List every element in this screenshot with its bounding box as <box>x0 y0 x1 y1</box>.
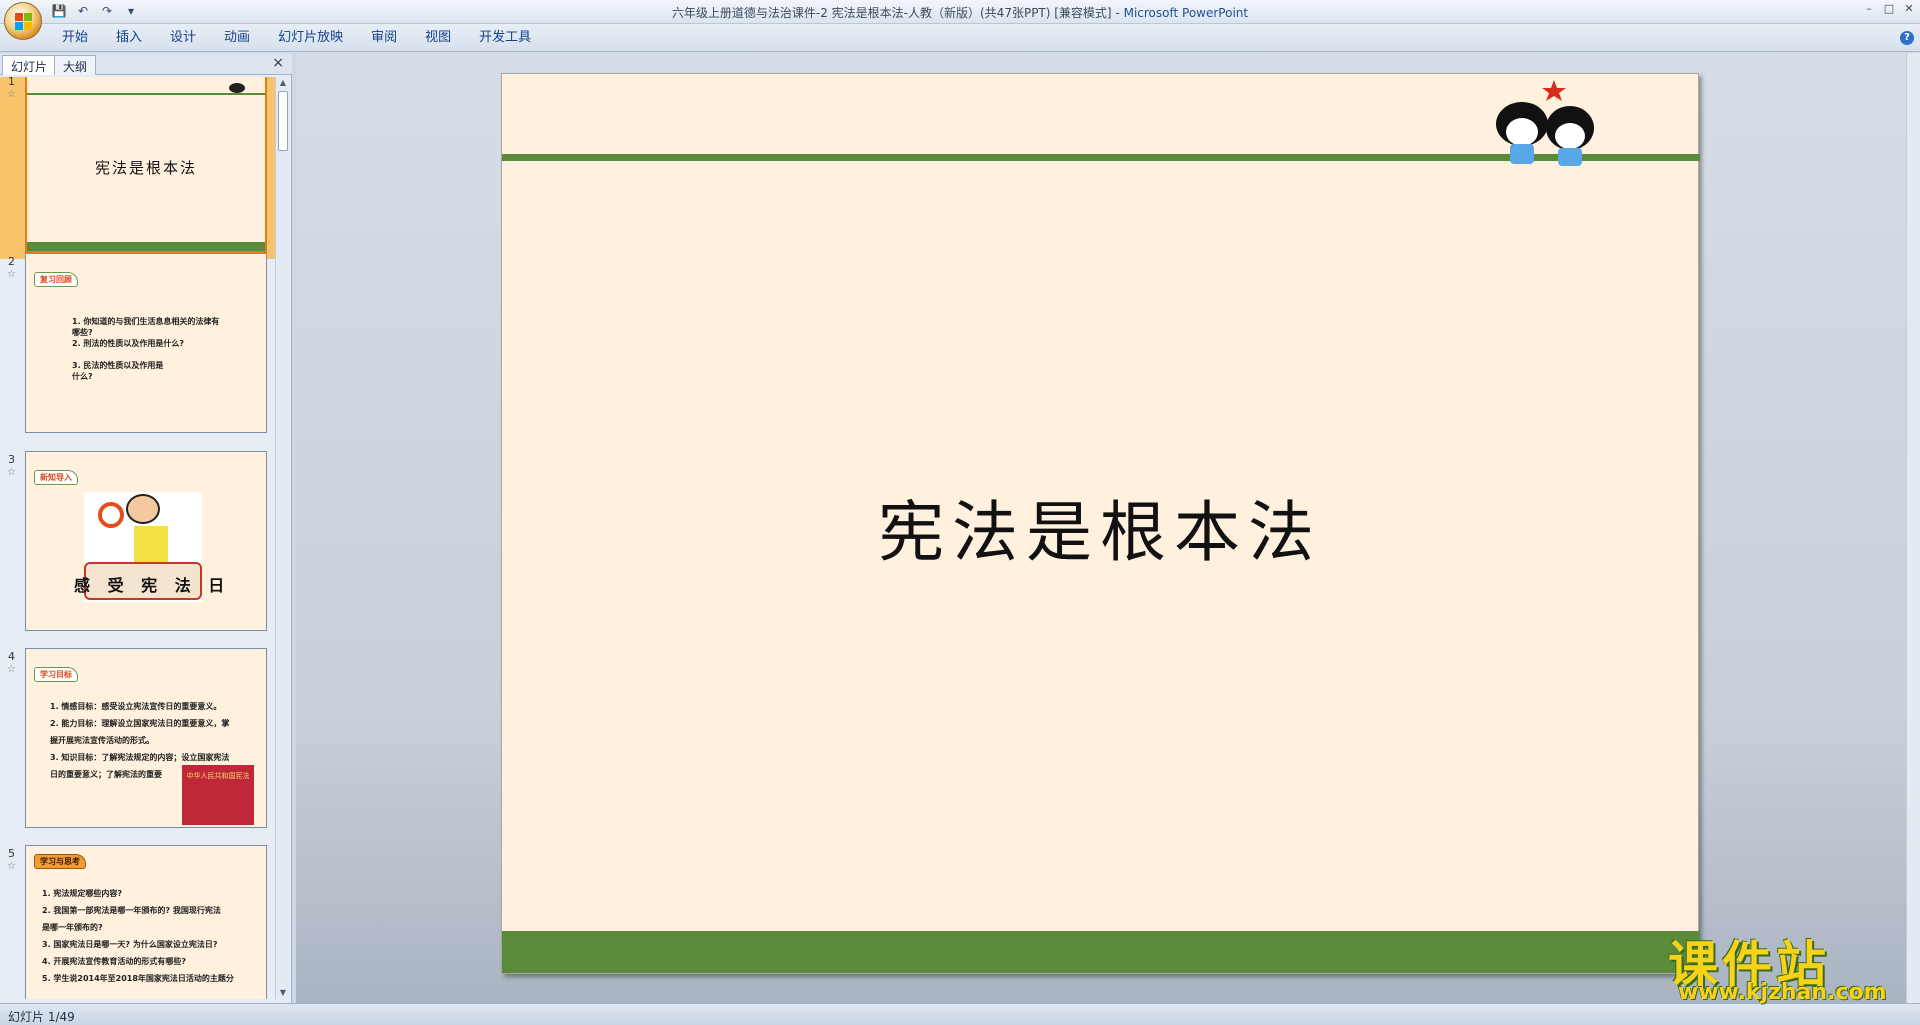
tab-slides[interactable]: 幻灯片 <box>2 55 57 75</box>
thumb-line: 是哪一年颁布的? <box>42 923 103 932</box>
thumb-badge: 复习回顾 <box>34 272 78 287</box>
thumb-title: 宪法是根本法 <box>94 159 197 177</box>
thumbnail-scrollbar[interactable]: ▲ ▼ <box>275 77 289 999</box>
thumb-line: 2. 能力目标：理解设立国家宪法日的重要意义，掌 <box>50 719 230 728</box>
slide-title[interactable]: 宪法是根本法 <box>502 479 1698 575</box>
thumb-line: 哪些? <box>72 328 93 337</box>
thumb-line: 什么? <box>72 372 93 381</box>
slide-number: 5 <box>8 847 15 860</box>
slide-bottom-bar <box>502 931 1700 973</box>
help-icon[interactable]: ? <box>1900 31 1914 45</box>
ribbon-tabs: 开始 插入 设计 动画 幻灯片放映 审阅 视图 开发工具 <box>48 29 545 47</box>
slide-thumbnail[interactable]: 复习回顾 1. 你知道的与我们生活息息相关的法律有 哪些? 2. 刑法的性质以及… <box>25 253 267 433</box>
scroll-down-icon[interactable]: ▼ <box>276 987 290 999</box>
status-bar: 幻灯片 1/49 <box>0 1003 1920 1025</box>
thumb-caption: 感 受 宪 法 日 <box>74 576 231 595</box>
tab-developer[interactable]: 开发工具 <box>465 29 545 47</box>
thumbnail-row[interactable]: 4 ☆ 学习目标 1. 情感目标：感受设立宪法宣传日的重要意义。 2. 能力目标… <box>0 644 276 834</box>
animation-star-icon: ☆ <box>7 269 16 280</box>
watermark-url: www.kjzhan.com <box>1678 980 1887 1005</box>
pane-tabs: 幻灯片 大纲 × <box>0 53 292 75</box>
slide-editor: 宪法是根本法 <box>296 53 1906 1003</box>
thumbnail-list: 1 ☆ 宪法是根本法 2 ☆ 复习回顾 1. 你知道的与我们生活息息相关的法律有… <box>0 77 276 999</box>
slide-number: 4 <box>8 650 15 663</box>
animation-star-icon: ☆ <box>7 664 16 675</box>
animation-star-icon: ☆ <box>7 89 16 100</box>
thumbnail-row[interactable]: 2 ☆ 复习回顾 1. 你知道的与我们生活息息相关的法律有 哪些? 2. 刑法的… <box>0 249 276 439</box>
thumb-line: 2. 刑法的性质以及作用是什么? <box>72 339 185 348</box>
thumbnail-row[interactable]: 5 ☆ 学习与思考 1. 宪法规定哪些内容? 2. 我国第一部宪法是哪一年颁布的… <box>0 841 276 999</box>
current-slide[interactable]: 宪法是根本法 <box>501 73 1700 974</box>
tab-animation[interactable]: 动画 <box>210 29 264 47</box>
slide-thumbnail[interactable]: 学习目标 1. 情感目标：感受设立宪法宣传日的重要意义。 2. 能力目标：理解设… <box>25 648 267 828</box>
thumb-badge: 新知导入 <box>34 470 78 485</box>
constitution-book-image: 中华人民共和国宪法 <box>182 765 254 825</box>
slide-thumbnail[interactable]: 学习与思考 1. 宪法规定哪些内容? 2. 我国第一部宪法是哪一年颁布的? 我国… <box>25 845 267 999</box>
tab-outline[interactable]: 大纲 <box>54 55 97 75</box>
slides-pane: 幻灯片 大纲 × 1 ☆ 宪法是根本法 2 ☆ 复习回顾 1. 你知道的与我们生… <box>0 53 292 1003</box>
watermark-logo: 课件站 www.kjzhan.com <box>1668 925 1908 1005</box>
scroll-thumb[interactable] <box>278 91 288 151</box>
animation-star-icon: ☆ <box>7 467 16 478</box>
office-logo-icon <box>15 13 33 31</box>
window-title: 六年级上册道德与法治课件-2 宪法是根本法-人教（新版）(共47张PPT) [兼… <box>671 6 1249 20</box>
maximize-icon[interactable]: □ <box>1882 2 1896 16</box>
tab-insert[interactable]: 插入 <box>102 29 156 47</box>
thumb-line: 1. 你知道的与我们生活息息相关的法律有 <box>72 317 220 326</box>
thumb-line: 5. 学生说2014年至2018年国家宪法日活动的主题分 <box>42 974 234 983</box>
slide-thumbnail[interactable]: 新知导入 感 受 宪 法 日 <box>25 451 267 631</box>
animation-star-icon: ☆ <box>7 861 16 872</box>
thumbnail-row[interactable]: 3 ☆ 新知导入 感 受 宪 法 日 <box>0 447 276 637</box>
thumb-badge: 学习与思考 <box>34 854 86 869</box>
slide-number: 2 <box>8 255 15 268</box>
window-controls: – □ ✕ <box>1862 2 1916 16</box>
slide-number: 3 <box>8 453 15 466</box>
tab-slideshow[interactable]: 幻灯片放映 <box>264 29 357 47</box>
thumb-line: 握开展宪法宣传活动的形式。 <box>50 736 154 745</box>
slide-indicator: 幻灯片 1/49 <box>8 1010 75 1024</box>
thumb-line: 3. 民法的性质以及作用是 <box>72 361 164 370</box>
slide-thumbnail[interactable]: 宪法是根本法 <box>25 77 267 253</box>
thumb-line: 3. 知识目标：了解宪法规定的内容；设立国家宪法 <box>50 753 230 762</box>
ribbon: 开始 插入 设计 动画 幻灯片放映 审阅 视图 开发工具 ? <box>0 24 1920 52</box>
slide-number: 1 <box>8 77 15 88</box>
tab-design[interactable]: 设计 <box>156 29 210 47</box>
title-bar: 💾 ↶ ↷ ▾ 六年级上册道德与法治课件-2 宪法是根本法-人教（新版）(共47… <box>0 0 1920 24</box>
minimize-icon[interactable]: – <box>1862 2 1876 16</box>
tab-view[interactable]: 视图 <box>411 29 465 47</box>
thumb-line: 3. 国家宪法日是哪一天? 为什么国家设立宪法日? <box>42 940 218 949</box>
thumb-line: 1. 宪法规定哪些内容? <box>42 889 123 898</box>
close-icon[interactable]: ✕ <box>1902 2 1916 16</box>
cartoon-kids-image <box>1496 80 1594 166</box>
thumb-line: 2. 我国第一部宪法是哪一年颁布的? 我国现行宪法 <box>42 906 221 915</box>
thumb-badge: 学习目标 <box>34 667 78 682</box>
thumb-line: 4. 开展宪法宣传教育活动的形式有哪些? <box>42 957 187 966</box>
thumb-line: 日的重要意义；了解宪法的重要 <box>50 770 162 779</box>
thumbnail-row[interactable]: 1 ☆ 宪法是根本法 <box>0 77 276 259</box>
tab-review[interactable]: 审阅 <box>357 29 411 47</box>
tab-home[interactable]: 开始 <box>48 29 102 47</box>
scroll-up-icon[interactable]: ▲ <box>276 77 290 89</box>
close-pane-icon[interactable]: × <box>272 55 284 71</box>
office-button[interactable] <box>4 2 42 40</box>
thumb-line: 1. 情感目标：感受设立宪法宣传日的重要意义。 <box>50 702 222 711</box>
editor-scrollbar[interactable] <box>1906 53 1920 1003</box>
